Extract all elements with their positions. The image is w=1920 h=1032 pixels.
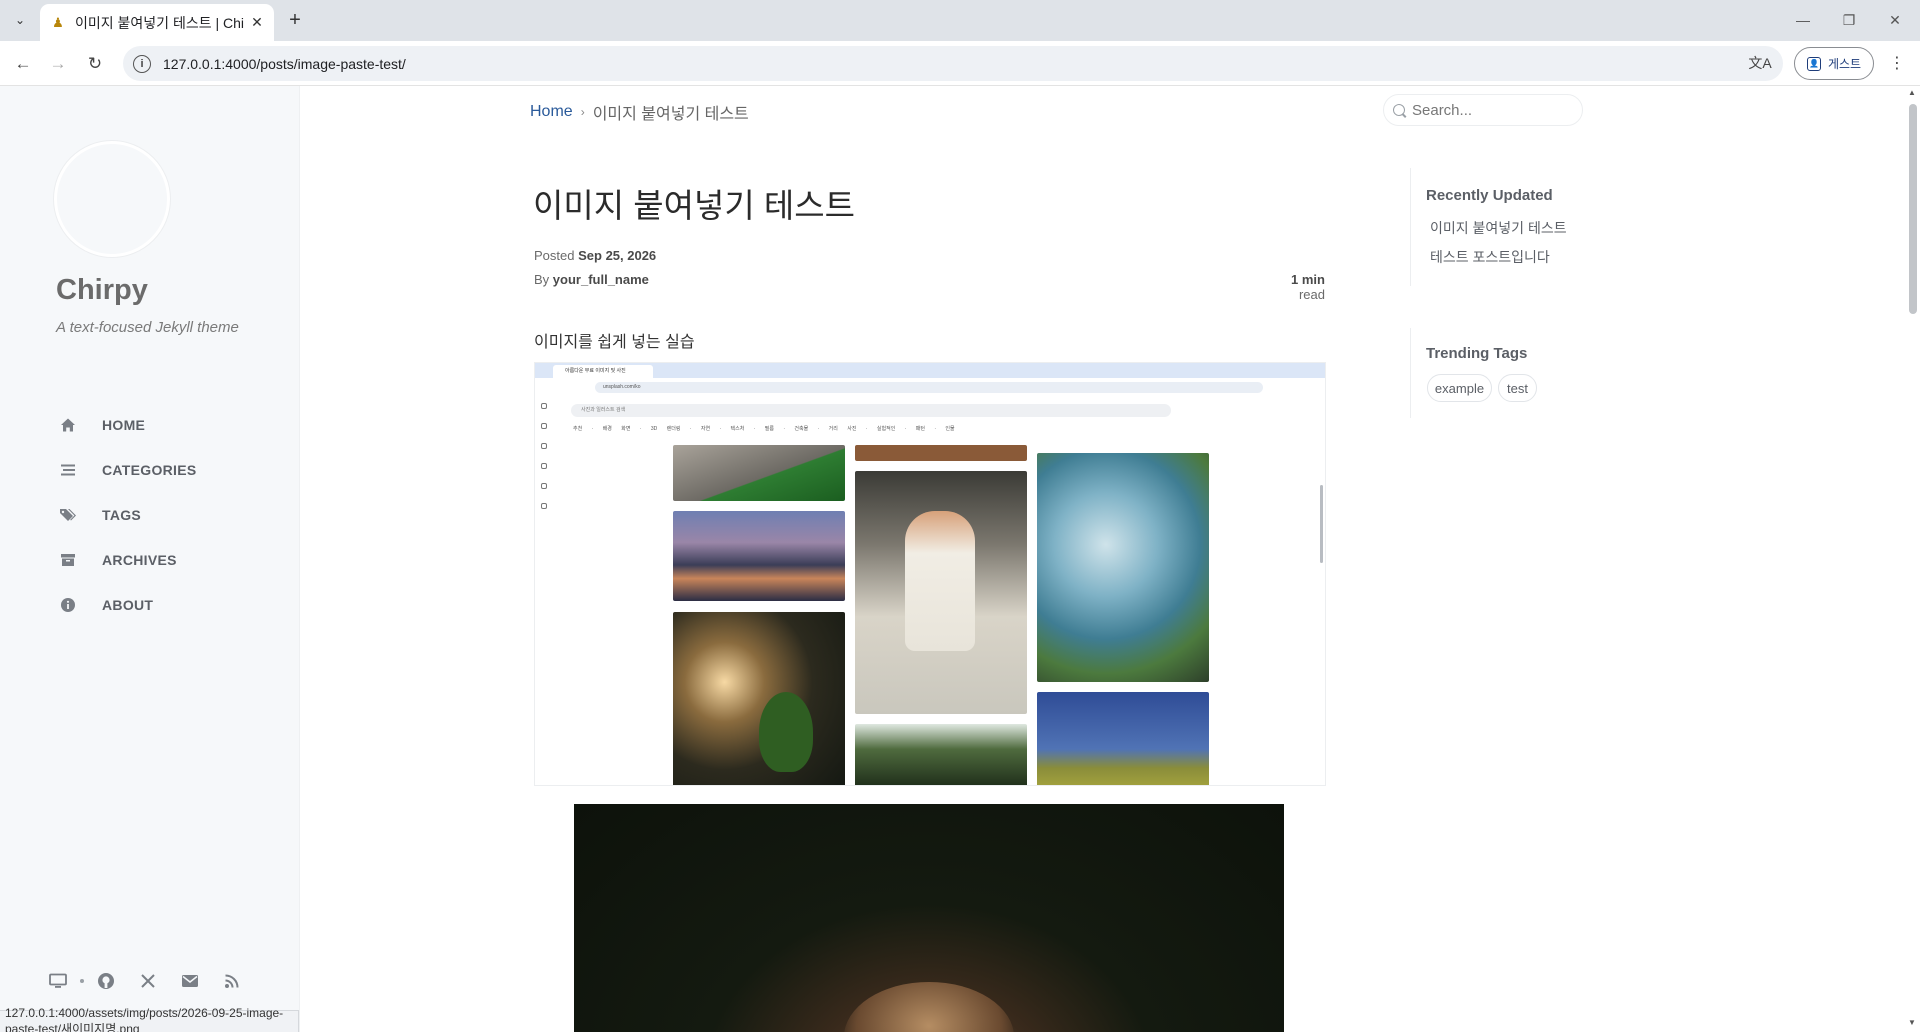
read-minutes: 1 min — [1291, 272, 1325, 287]
reload-button[interactable]: ↻ — [81, 50, 109, 78]
post-date-meta: Posted Sep 25, 2026 — [534, 248, 656, 263]
email-icon[interactable] — [180, 971, 200, 991]
breadcrumb-separator: › — [580, 105, 585, 119]
github-icon[interactable] — [96, 971, 116, 991]
screenshot-photo — [1037, 692, 1209, 785]
guest-label: 게스트 — [1827, 57, 1862, 71]
screenshot-photo — [673, 445, 845, 501]
sidebar-item-label: HOME — [102, 416, 146, 433]
browser-menu-icon[interactable]: ⋮ — [1886, 51, 1908, 75]
search-box[interactable] — [1383, 94, 1583, 126]
tags-icon — [58, 505, 78, 525]
screenshot-nav: 추천 · 배경 화면 · 3D 렌더링 · 자연 · 텍스처 · 필름 · 건축… — [573, 426, 955, 432]
recently-updated-link[interactable]: 테스트 포스트입니다 — [1430, 247, 1550, 267]
site-info-icon[interactable]: i — [133, 54, 151, 73]
tab-title: 이미지 붙여넣기 테스트 | Chirpy — [75, 14, 244, 31]
screenshot-rail — [541, 403, 551, 523]
by-label: By — [534, 272, 550, 287]
tag-pill[interactable]: test — [1498, 374, 1537, 402]
post-image-screenshot[interactable]: 아름다운 무료 이미지 및 사진 unsplash.com/ko 사진과 일러스… — [534, 362, 1326, 786]
favicon-icon: ♟ — [52, 14, 64, 30]
profile-icon: 👤 — [1806, 56, 1821, 71]
sidebar-item-label: ARCHIVES — [102, 551, 177, 568]
trending-tags-heading: Trending Tags — [1426, 345, 1528, 362]
browser-tab[interactable]: ♟ 이미지 붙여넣기 테스트 | Chirpy ✕ — [40, 4, 274, 41]
search-icon — [1393, 104, 1405, 116]
theme-toggle-icon[interactable] — [48, 971, 68, 991]
read-time: 1 min read — [1265, 272, 1325, 302]
screenshot-photo — [673, 612, 845, 785]
stream-icon — [58, 460, 78, 480]
sidebar-item-label: TAGS — [102, 506, 142, 523]
site-subtitle: A text-focused Jekyll theme — [56, 319, 239, 336]
screenshot-photo — [855, 471, 1027, 714]
close-window-button[interactable]: ✕ — [1872, 7, 1918, 33]
post-image-photo[interactable] — [574, 804, 1284, 1032]
address-bar[interactable]: i 127.0.0.1:4000/posts/image-paste-test/ — [123, 46, 1783, 81]
address-url: 127.0.0.1:4000/posts/image-paste-test/ — [163, 55, 406, 72]
avatar[interactable] — [54, 141, 170, 257]
search-input[interactable] — [1412, 101, 1572, 119]
panel-divider — [1410, 328, 1411, 418]
panel-divider — [1410, 168, 1411, 286]
back-button[interactable]: ← — [9, 50, 37, 78]
sidebar-item-archives[interactable]: ARCHIVES — [58, 537, 197, 582]
x-twitter-icon[interactable] — [138, 971, 158, 991]
screenshot-url: unsplash.com/ko — [595, 382, 1263, 393]
scroll-up-icon[interactable]: ▲ — [1908, 88, 1916, 97]
translate-icon[interactable]: 文A — [1748, 51, 1772, 75]
sidebar-item-categories[interactable]: CATEGORIES — [58, 447, 197, 492]
browser-toolbar: ← → ↻ i 127.0.0.1:4000/posts/image-paste… — [0, 41, 1920, 86]
sidebar-item-tags[interactable]: TAGS — [58, 492, 197, 537]
screenshot-tab-title: 아름다운 무료 이미지 및 사진 — [553, 365, 653, 378]
screenshot-scrollbar — [1320, 485, 1323, 563]
posted-date: Sep 25, 2026 — [578, 248, 657, 263]
page-scrollbar[interactable]: ▲ ▼ — [1906, 86, 1920, 1032]
info-circle-icon — [58, 595, 78, 615]
recently-updated-heading: Recently Updated — [1426, 187, 1553, 204]
post-paragraph: 이미지를 쉽게 넣는 실습 — [534, 334, 695, 351]
sidebar-item-home[interactable]: HOME — [58, 402, 197, 447]
breadcrumb: Home › 이미지 붙여넣기 테스트 — [530, 100, 749, 124]
screenshot-photo — [673, 511, 845, 601]
sidebar-item-label: CATEGORIES — [102, 461, 197, 478]
forward-button[interactable]: → — [44, 50, 72, 78]
sidebar-bottom-links — [48, 971, 242, 991]
screenshot-tabbar: 아름다운 무료 이미지 및 사진 — [535, 363, 1325, 378]
sidebar: Chirpy A text-focused Jekyll theme HOME … — [0, 86, 300, 1032]
main-content: Home › 이미지 붙여넣기 테스트 이미지 붙여넣기 테스트 Posted … — [300, 86, 1900, 1032]
post-author-meta: By your_full_name — [534, 272, 649, 287]
site-title[interactable]: Chirpy — [56, 274, 148, 307]
separator-dot — [80, 979, 84, 983]
minimize-button[interactable]: — — [1780, 7, 1826, 33]
tab-search-button[interactable]: ⌄ — [6, 8, 34, 32]
post-title: 이미지 붙여넣기 테스트 — [533, 187, 855, 224]
tab-close-icon[interactable]: ✕ — [248, 14, 266, 32]
posted-label: Posted — [534, 248, 575, 263]
home-icon — [58, 415, 78, 435]
breadcrumb-current: 이미지 붙여넣기 테스트 — [592, 106, 749, 123]
restore-button[interactable]: ❐ — [1826, 7, 1872, 33]
screenshot-photo — [855, 724, 1027, 785]
author-name[interactable]: your_full_name — [553, 272, 649, 287]
guest-profile-button[interactable]: 👤 게스트 — [1794, 47, 1874, 80]
new-tab-button[interactable]: + — [281, 8, 309, 32]
screenshot-photo — [1037, 453, 1209, 682]
scrollbar-thumb[interactable] — [1909, 104, 1917, 314]
scroll-down-icon[interactable]: ▼ — [1908, 1018, 1916, 1027]
archive-icon — [58, 550, 78, 570]
breadcrumb-home-link[interactable]: Home — [530, 103, 573, 121]
sidebar-nav: HOME CATEGORIES TAGS ARCHIVES ABOUT — [58, 402, 197, 627]
recently-updated-link[interactable]: 이미지 붙여넣기 테스트 — [1430, 218, 1567, 238]
tag-pill[interactable]: example — [1427, 374, 1492, 402]
screenshot-photo — [855, 445, 1027, 461]
rss-icon[interactable] — [222, 971, 242, 991]
sidebar-item-label: ABOUT — [102, 596, 154, 613]
read-label: read — [1298, 287, 1325, 302]
browser-tab-bar: ⌄ ♟ 이미지 붙여넣기 테스트 | Chirpy ✕ + — ❐ ✕ — [0, 0, 1920, 41]
page-viewport: Chirpy A text-focused Jekyll theme HOME … — [0, 86, 1920, 1032]
screenshot-search: 사진과 일러스트 검색 — [571, 404, 1171, 417]
sidebar-item-about[interactable]: ABOUT — [58, 582, 197, 627]
link-status-bar: 127.0.0.1:4000/assets/img/posts/2026-09-… — [0, 1006, 299, 1032]
